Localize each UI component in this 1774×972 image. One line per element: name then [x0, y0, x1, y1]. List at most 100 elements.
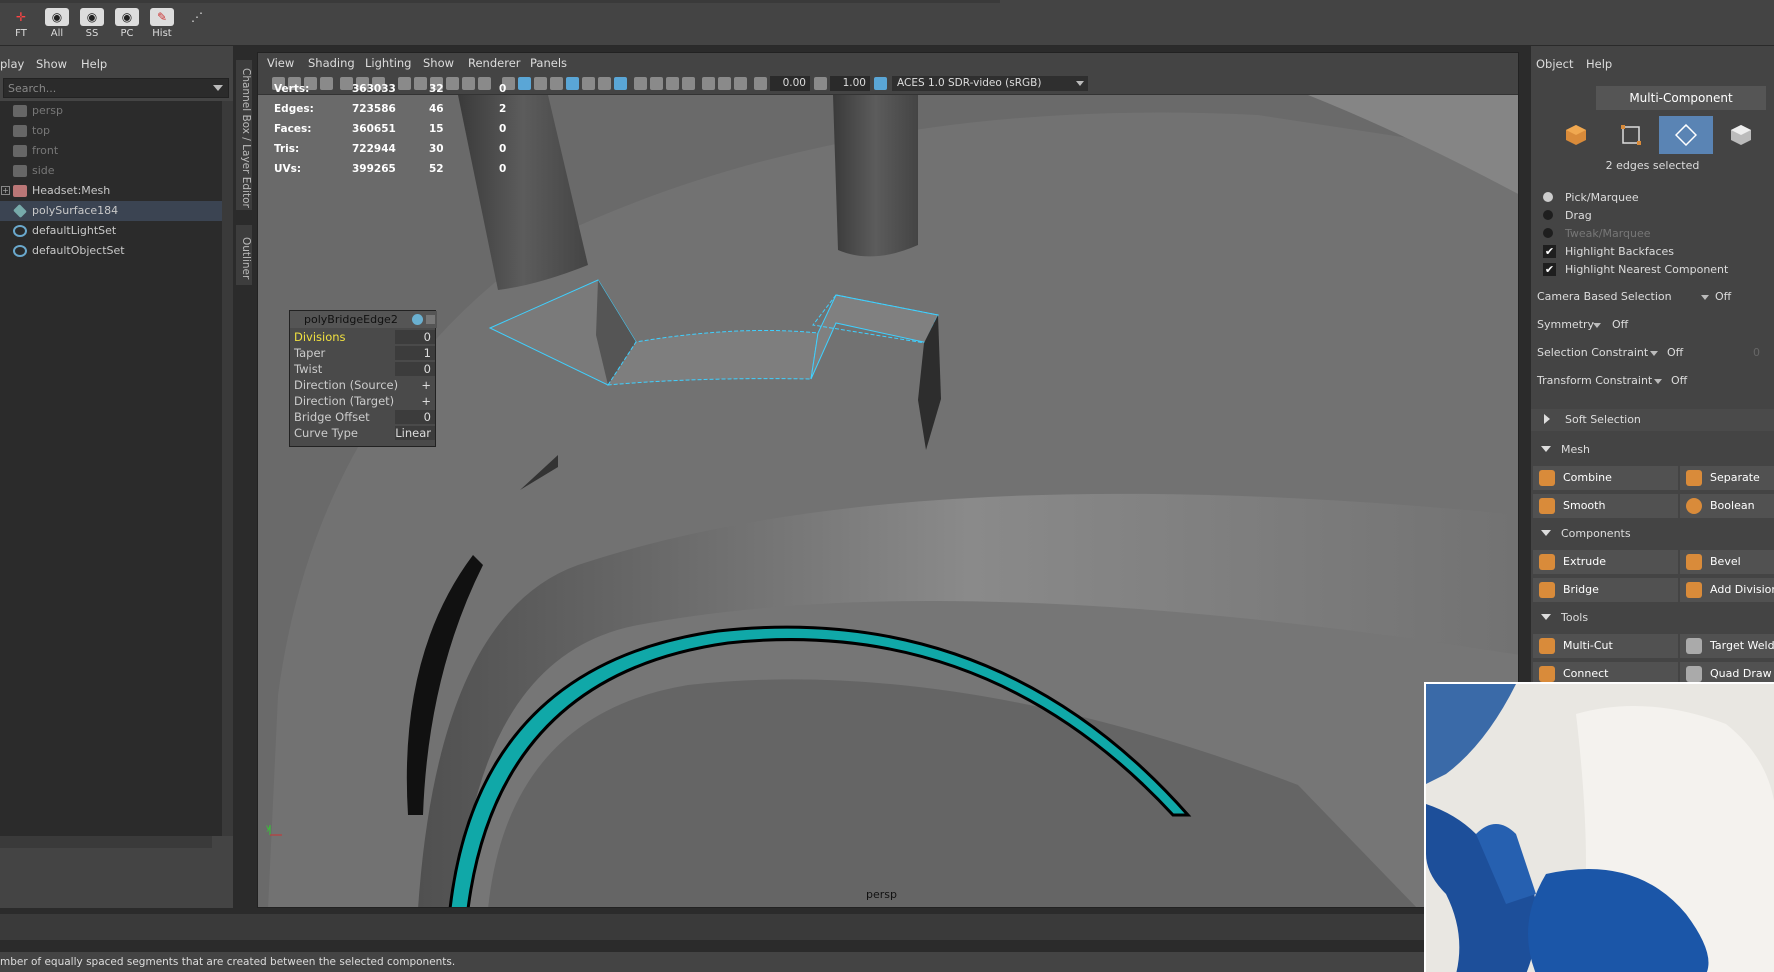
outliner-item-side[interactable]: side [0, 161, 222, 181]
highlight-backfaces-option[interactable]: ✔ Highlight Backfaces [1531, 243, 1774, 261]
transform-constraint-dropdown[interactable]: Transform Constraint Off [1531, 371, 1774, 391]
wireframe-on-shaded-icon[interactable] [550, 77, 563, 90]
viewport-menu-view[interactable]: View [267, 56, 294, 70]
popup-menu-icon[interactable] [426, 315, 435, 324]
attr-divisions-value[interactable]: 0 [424, 330, 431, 344]
multi-component-button[interactable]: Multi-Component [1596, 86, 1766, 110]
edge-mode-button[interactable] [1659, 116, 1713, 154]
scene-geometry[interactable]: y [258, 95, 1519, 908]
attr-curve-type-value[interactable]: Linear [395, 426, 431, 440]
section-soft-selection[interactable]: Soft Selection [1531, 409, 1774, 431]
gamma-field[interactable]: 1.00 [830, 76, 870, 91]
smooth-shade-icon[interactable] [518, 77, 531, 90]
shelf-button-hist[interactable]: ✎ Hist [147, 6, 177, 40]
smooth-button[interactable]: Smooth [1533, 494, 1678, 518]
chevron-down-icon[interactable] [213, 85, 223, 91]
node-icon[interactable] [412, 314, 423, 325]
colorspace-dropdown[interactable]: ACES 1.0 SDR-video (sRGB) [892, 76, 1088, 91]
viewport-menu-panels[interactable]: Panels [530, 56, 567, 70]
attr-bridge-offset[interactable]: Bridge Offset 0 [290, 409, 437, 425]
viewport-menu-renderer[interactable]: Renderer [468, 56, 521, 70]
face-mode-button[interactable] [1714, 116, 1768, 154]
screen-space-ao-icon[interactable] [614, 77, 627, 90]
camera-based-selection-dropdown[interactable]: Camera Based Selection Off [1531, 287, 1774, 307]
combine-button[interactable]: Combine [1533, 466, 1678, 490]
attr-direction-source[interactable]: Direction (Source) + [290, 377, 437, 393]
popup-title[interactable]: polyBridgeEdge2 [290, 311, 437, 328]
command-line[interactable] [0, 914, 1424, 940]
attr-divisions[interactable]: Divisions 0 [290, 329, 437, 345]
in-view-editor-polybridgeedge[interactable]: polyBridgeEdge2 Divisions 0 Taper 1 Twis… [289, 310, 437, 447]
radio-off-icon[interactable] [1543, 210, 1553, 220]
shelf-button-ft[interactable]: ✛ FT [6, 6, 36, 40]
object-mode-button[interactable] [1549, 116, 1603, 154]
use-all-lights-icon[interactable] [582, 77, 595, 90]
outliner-item-persp[interactable]: persp [0, 101, 222, 121]
outliner-menu-help[interactable]: Help [81, 57, 107, 71]
depth-of-field-icon[interactable] [666, 77, 679, 90]
selection-constraint-dropdown[interactable]: Selection Constraint Off 0 [1531, 343, 1774, 363]
bevel-button[interactable]: Bevel [1680, 550, 1774, 574]
shelf-button-ss[interactable]: ◉ SS [77, 6, 107, 40]
checkbox-checked-icon[interactable]: ✔ [1543, 263, 1556, 276]
xray-joints-icon[interactable] [734, 77, 747, 90]
xray-icon[interactable] [702, 77, 715, 90]
exposure-icon[interactable] [754, 77, 767, 90]
attr-taper[interactable]: Taper 1 [290, 345, 437, 361]
outliner-search-input[interactable]: Search... [3, 78, 229, 98]
toolkit-menu-help[interactable]: Help [1586, 57, 1612, 71]
section-mesh[interactable]: Mesh [1531, 439, 1774, 461]
radio-on-icon[interactable] [1543, 192, 1553, 202]
target-weld-button[interactable]: Target Weld [1680, 634, 1774, 658]
shelf-button-all[interactable]: ◉ All [42, 6, 72, 40]
extrude-button[interactable]: Extrude [1533, 550, 1678, 574]
expand-icon[interactable]: + [1, 186, 10, 195]
textured-icon[interactable] [566, 77, 579, 90]
multi-cut-button[interactable]: Multi-Cut [1533, 634, 1678, 658]
outliner-item-front[interactable]: front [0, 141, 222, 161]
default-material-icon[interactable] [534, 77, 547, 90]
attr-twist[interactable]: Twist 0 [290, 361, 437, 377]
motion-blur-icon[interactable] [634, 77, 647, 90]
outliner-horizontal-scrollbar[interactable] [0, 836, 212, 848]
outliner-item-defaultobjectset[interactable]: defaultObjectSet [0, 241, 222, 261]
outliner-item-top[interactable]: top [0, 121, 222, 141]
attr-twist-value[interactable]: 0 [424, 362, 431, 376]
attr-bridge-offset-value[interactable]: 0 [424, 410, 431, 424]
tab-outliner[interactable]: Outliner [236, 225, 252, 285]
attr-direction-target[interactable]: Direction (Target) + [290, 393, 437, 409]
viewport-persp[interactable]: View Shading Lighting Show Renderer Pane… [257, 52, 1519, 908]
xray-active-icon[interactable] [718, 77, 731, 90]
outliner-menu-display[interactable]: play [0, 57, 24, 71]
attr-direction-source-value[interactable]: + [421, 378, 431, 392]
color-management-icon[interactable] [874, 77, 887, 90]
pick-marquee-option[interactable]: Pick/Marquee [1531, 189, 1774, 207]
shadows-icon[interactable] [598, 77, 611, 90]
outliner-item-defaultlightset[interactable]: defaultLightSet [0, 221, 222, 241]
symmetry-dropdown[interactable]: Symmetry Off [1531, 315, 1774, 335]
exposure-field[interactable]: 0.00 [770, 76, 810, 91]
bridge-button[interactable]: Bridge [1533, 578, 1678, 602]
checkbox-checked-icon[interactable]: ✔ [1543, 245, 1556, 258]
attr-taper-value[interactable]: 1 [424, 346, 431, 360]
connect-button[interactable]: Connect [1533, 662, 1678, 682]
shelf-button-paint[interactable]: ⋰ [182, 6, 212, 40]
toolkit-menu-object[interactable]: Object [1536, 57, 1573, 71]
viewport-menu-show[interactable]: Show [423, 56, 454, 70]
outliner-item-headset-mesh[interactable]: + Headset:Mesh [0, 181, 222, 201]
separate-button[interactable]: Separate [1680, 466, 1774, 490]
section-tools[interactable]: Tools [1531, 607, 1774, 629]
viewport-menu-lighting[interactable]: Lighting [365, 56, 411, 70]
vertex-mode-button[interactable] [1604, 116, 1658, 154]
shelf-button-pc[interactable]: ◉ PC [112, 6, 142, 40]
boolean-button[interactable]: Boolean [1680, 494, 1774, 518]
add-divisions-button[interactable]: Add Divisions [1680, 578, 1774, 602]
radio-off-icon[interactable] [1543, 228, 1553, 238]
attr-direction-target-value[interactable]: + [421, 394, 431, 408]
isolate-select-icon[interactable] [682, 77, 695, 90]
outliner-item-polysurface184[interactable]: polySurface184 [0, 201, 222, 221]
attr-curve-type[interactable]: Curve Type Linear [290, 425, 437, 441]
quad-draw-button[interactable]: Quad Draw [1680, 662, 1774, 682]
anti-aliasing-icon[interactable] [650, 77, 663, 90]
tab-channel-box[interactable]: Channel Box / Layer Editor [236, 60, 252, 210]
